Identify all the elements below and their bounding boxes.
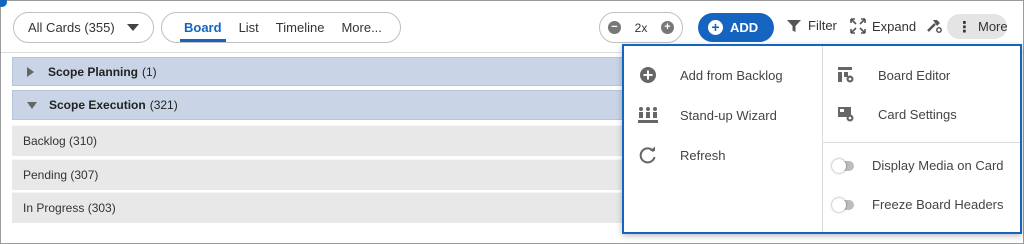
zoom-control: − 2x + [599, 12, 683, 43]
card-filter-label: All Cards (355) [28, 20, 115, 35]
menu-item-label: Refresh [680, 147, 726, 163]
expand-icon [850, 18, 866, 34]
add-button-label: ADD [730, 20, 759, 35]
menu-item-label: Add from Backlog [680, 67, 783, 83]
zoom-in-icon[interactable]: + [661, 21, 674, 34]
toggle-label: Display Media on Card [872, 158, 1004, 173]
menu-column-divider [822, 46, 823, 232]
menu-item-label: Card Settings [878, 106, 957, 122]
expand-label: Expand [872, 18, 917, 34]
group-name: Scope Planning [48, 64, 139, 79]
tab-more[interactable]: More... [341, 13, 381, 42]
menu-section-divider [823, 142, 1020, 143]
menu-display-media-toggle[interactable]: Display Media on Card [832, 158, 1004, 173]
more-label: More [978, 19, 1008, 34]
menu-board-editor[interactable]: Board Editor [836, 66, 950, 84]
tools-button[interactable] [925, 18, 943, 34]
tab-list[interactable]: List [239, 13, 259, 42]
view-tabs: Board List Timeline More... [161, 12, 401, 43]
chevron-right-icon [27, 66, 34, 77]
hammer-icon [927, 20, 942, 33]
group-count: (1) [142, 64, 157, 79]
toggle-label: Freeze Board Headers [872, 197, 1004, 212]
menu-card-settings[interactable]: Card Settings [836, 105, 957, 123]
menu-item-label: Stand-up Wizard [680, 107, 777, 123]
filter-label: Filter [808, 18, 837, 33]
plus-icon: + [708, 20, 723, 35]
more-button[interactable]: ⋮ More [947, 14, 1008, 39]
toggle-switch[interactable] [832, 197, 854, 212]
add-circle-icon [638, 66, 658, 84]
chevron-down-icon [27, 101, 37, 109]
menu-stand-up-wizard[interactable]: Stand-up Wizard [638, 106, 777, 124]
tab-timeline[interactable]: Timeline [276, 13, 325, 42]
filter-button[interactable]: Filter [786, 18, 837, 33]
group-name: Scope Execution [49, 98, 146, 112]
menu-item-label: Board Editor [878, 67, 951, 83]
group-row-scope-execution[interactable]: Scope Execution (321) [12, 90, 624, 120]
refresh-icon [638, 146, 658, 164]
zoom-level: 2x [634, 20, 648, 35]
menu-add-from-backlog[interactable]: Add from Backlog [638, 66, 783, 84]
card-settings-icon [836, 105, 856, 123]
caret-down-icon [127, 24, 139, 31]
add-button[interactable]: + ADD [698, 13, 774, 42]
board-editor-icon [836, 66, 856, 84]
toggle-switch[interactable] [832, 158, 854, 173]
lane-row[interactable]: Backlog (310) [12, 125, 624, 156]
expand-button[interactable]: Expand [850, 18, 916, 34]
kebab-icon: ⋮ [957, 18, 972, 36]
lane-row[interactable]: Pending (307) [12, 159, 624, 190]
group-row-scope-planning[interactable]: Scope Planning (1) [12, 57, 624, 86]
card-filter-select[interactable]: All Cards (355) [13, 12, 154, 43]
lane-label: Pending (307) [23, 168, 99, 182]
lane-label: Backlog (310) [23, 134, 98, 148]
zoom-out-icon[interactable]: − [608, 21, 621, 34]
more-dropdown-menu: Add from Backlog Stand-up Wizard Refresh [622, 44, 1022, 234]
lane-row[interactable]: In Progress (303) [12, 192, 624, 223]
group-count: (321) [149, 98, 178, 112]
tab-board[interactable]: Board [180, 13, 226, 42]
people-icon [638, 106, 658, 124]
menu-refresh[interactable]: Refresh [638, 146, 726, 164]
filter-icon [787, 19, 801, 32]
lane-label: In Progress (303) [23, 201, 116, 215]
menu-freeze-headers-toggle[interactable]: Freeze Board Headers [832, 197, 1004, 212]
